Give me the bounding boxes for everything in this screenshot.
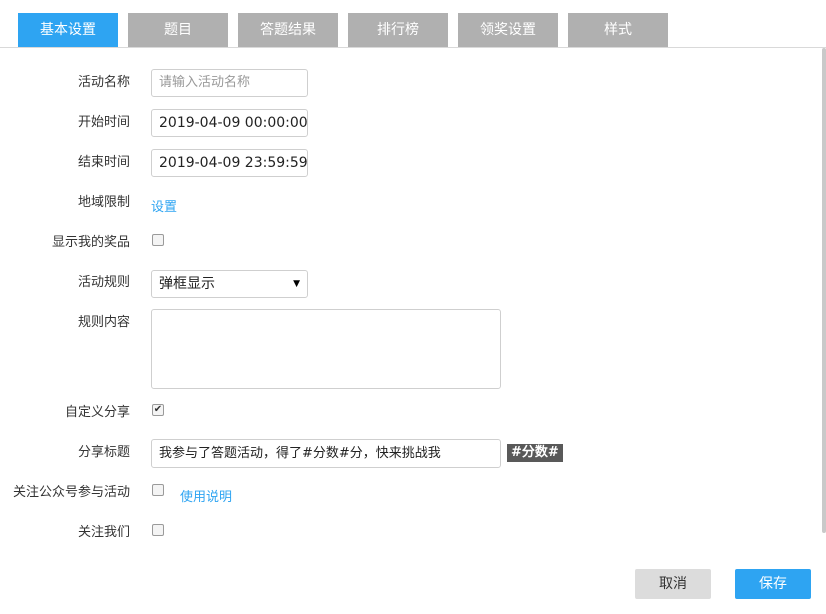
activity-rules-selected: 弹框显示: [159, 276, 215, 292]
tab-answer-results[interactable]: 答题结果: [238, 13, 338, 47]
usage-instructions-link[interactable]: 使用说明: [180, 486, 232, 505]
check-icon: ✔: [153, 404, 163, 415]
end-time-label: 结束时间: [77, 155, 130, 170]
show-prizes-checkbox[interactable]: [152, 234, 164, 246]
show-prizes-label: 显示我的奖品: [51, 235, 130, 250]
tab-divider: [0, 47, 826, 48]
rules-content-textarea[interactable]: [151, 309, 501, 389]
custom-share-label: 自定义分享: [64, 405, 130, 420]
rules-content-label: 规则内容: [77, 315, 130, 330]
start-time-input[interactable]: 2019-04-09 00:00:00: [151, 109, 308, 137]
share-title-input[interactable]: 我参与了答题活动，得了#分数#分，快来挑战我: [151, 439, 501, 468]
tab-leaderboard[interactable]: 排行榜: [348, 13, 448, 47]
end-time-input[interactable]: 2019-04-09 23:59:59: [151, 149, 308, 177]
chevron-down-icon: ▼: [293, 279, 300, 289]
tab-style[interactable]: 样式: [568, 13, 668, 47]
activity-name-input[interactable]: 请输入活动名称: [151, 69, 308, 97]
activity-name-label: 活动名称: [77, 75, 130, 90]
follow-us-label: 关注我们: [77, 525, 130, 540]
share-title-label: 分享标题: [77, 445, 130, 460]
tab-basic-settings[interactable]: 基本设置: [18, 13, 118, 47]
activity-rules-label: 活动规则: [77, 275, 130, 290]
start-time-label: 开始时间: [77, 115, 130, 130]
activity-rules-select[interactable]: 弹框显示 ▼: [151, 270, 308, 298]
tab-questions[interactable]: 题目: [128, 13, 228, 47]
scrollbar[interactable]: [822, 48, 826, 533]
cancel-button[interactable]: 取消: [635, 569, 711, 599]
tab-prize-settings[interactable]: 领奖设置: [458, 13, 558, 47]
region-limit-label: 地域限制: [77, 195, 130, 210]
follow-official-checkbox[interactable]: [152, 484, 164, 496]
score-tag-button[interactable]: #分数#: [507, 444, 563, 462]
follow-us-checkbox[interactable]: [152, 524, 164, 536]
save-button[interactable]: 保存: [735, 569, 811, 599]
custom-share-checkbox[interactable]: ✔: [152, 404, 164, 416]
region-settings-link[interactable]: 设置: [151, 196, 177, 215]
follow-official-label: 关注公众号参与活动: [12, 485, 130, 500]
